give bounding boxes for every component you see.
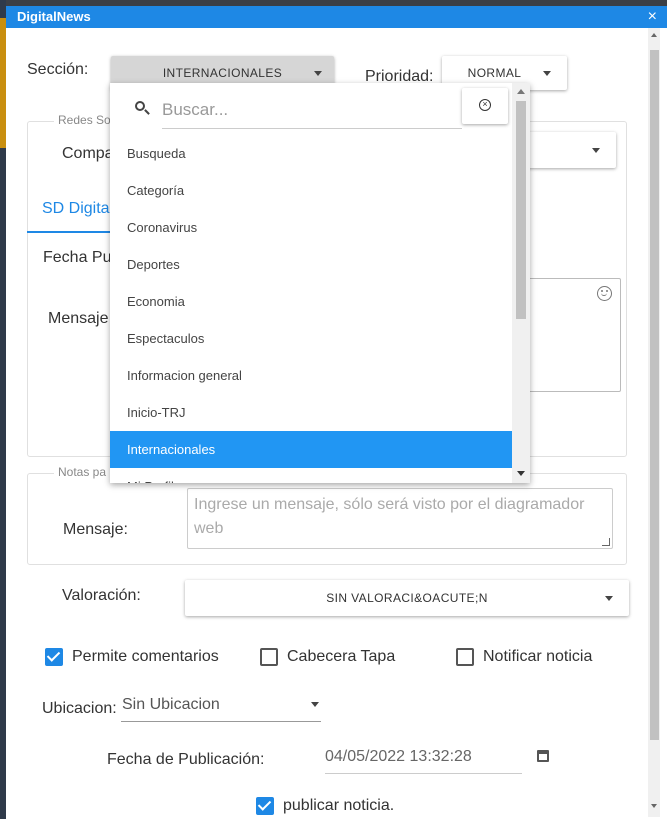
fecha-publicacion-value: 04/05/2022 13:32:28 [325,748,472,765]
valoracion-select[interactable]: SIN VALORACI&OACUTE;N [185,580,629,616]
valoracion-label: Valoración: [62,587,141,604]
permite-comentarios-checkbox[interactable] [45,648,63,666]
cabecera-tapa-checkbox[interactable] [260,648,278,666]
dropdown-item[interactable]: Categoría [110,172,512,209]
dropdown-item[interactable]: Economia [110,283,512,320]
redes-mensaje-label: Mensaje [48,310,109,327]
dropdown-search-placeholder: Buscar... [162,100,229,119]
valoracion-select-value: SIN VALORACI&OACUTE;N [326,591,488,605]
chevron-down-icon [605,596,613,601]
notificar-noticia-checkbox[interactable] [456,648,474,666]
compartir-label: Compa [62,145,114,162]
chevron-down-icon [592,148,600,153]
dialog-content: Sección: INTERNACIONALES Prioridad: NORM… [6,28,667,819]
publicar-noticia-label: publicar noticia. [283,797,395,814]
close-icon[interactable]: × [648,6,657,28]
dropdown-item-selected[interactable]: Internacionales [110,431,512,468]
dropdown-item[interactable]: Deportes [110,246,512,283]
ubicacion-select-value: Sin Ubicacion [122,696,220,713]
redes-legend: Redes So [54,113,115,127]
scroll-up-arrow-icon[interactable] [651,33,657,37]
notas-legend: Notas pa [54,465,111,479]
tab-sd-digital-label: SD Digital [42,200,114,217]
ubicacion-label: Ubicacion: [42,700,117,717]
dropdown-list: Busqueda Categoría Coronavirus Deportes … [110,135,512,483]
dropdown-item[interactable]: Informacion general [110,357,512,394]
digitalnews-dialog: DigitalNews × Sección: INTERNACIONALES P… [6,6,667,819]
prioridad-select-value: NORMAL [467,66,522,80]
dialog-scrollbar[interactable] [648,28,660,817]
notificar-noticia-label: Notificar noticia [483,648,593,665]
dropdown-search-input[interactable]: Buscar... [162,93,462,129]
chevron-down-icon [314,71,322,76]
scroll-up-arrow-icon[interactable] [517,89,525,94]
dropdown-scrollbar-thumb[interactable] [516,101,526,319]
scroll-down-arrow-icon[interactable] [517,471,525,476]
clear-search-button[interactable]: × [462,88,508,124]
publicar-noticia-checkbox[interactable] [256,797,274,815]
seccion-label: Sección: [27,61,89,78]
dropdown-scrollbar[interactable] [512,83,530,483]
chevron-down-icon [543,71,551,76]
fecha-publicacion-label: Fecha de Publicación: [107,751,265,768]
dropdown-item[interactable]: Inicio-TRJ [110,394,512,431]
notas-mensaje-label: Mensaje: [63,521,128,538]
dropdown-item[interactable]: Coronavirus [110,209,512,246]
clear-search-icon: × [479,99,491,111]
chevron-down-icon [311,702,319,707]
notas-mensaje-placeholder: Ingrese un mensaje, sólo será visto por … [194,496,585,537]
dropdown-item[interactable]: Espectaculos [110,320,512,357]
dropdown-item[interactable]: Busqueda [110,135,512,172]
fecha-publicacion-input[interactable]: 04/05/2022 13:32:28 [325,740,522,774]
calendar-icon[interactable] [537,750,549,762]
dialog-title: DigitalNews [17,9,91,24]
resize-handle-icon[interactable] [602,538,610,546]
cabecera-tapa-label: Cabecera Tapa [287,648,396,665]
emoji-icon[interactable] [597,286,612,301]
seccion-select-value: INTERNACIONALES [162,66,283,80]
seccion-dropdown: Buscar... × Busqueda Categoría Coronavir… [110,83,530,483]
search-icon-handle [144,109,150,115]
dialog-scrollbar-thumb[interactable] [650,50,659,740]
dialog-titlebar: DigitalNews × [6,6,667,28]
notas-mensaje-textarea[interactable]: Ingrese un mensaje, sólo será visto por … [187,488,613,549]
scroll-down-arrow-icon[interactable] [651,804,657,808]
permite-comentarios-label: Permite comentarios [72,648,219,665]
ubicacion-select[interactable]: Sin Ubicacion [121,688,321,722]
dropdown-item[interactable]: Mi Perfil [110,468,512,483]
redes-fecha-label: Fecha Pu [43,249,112,266]
